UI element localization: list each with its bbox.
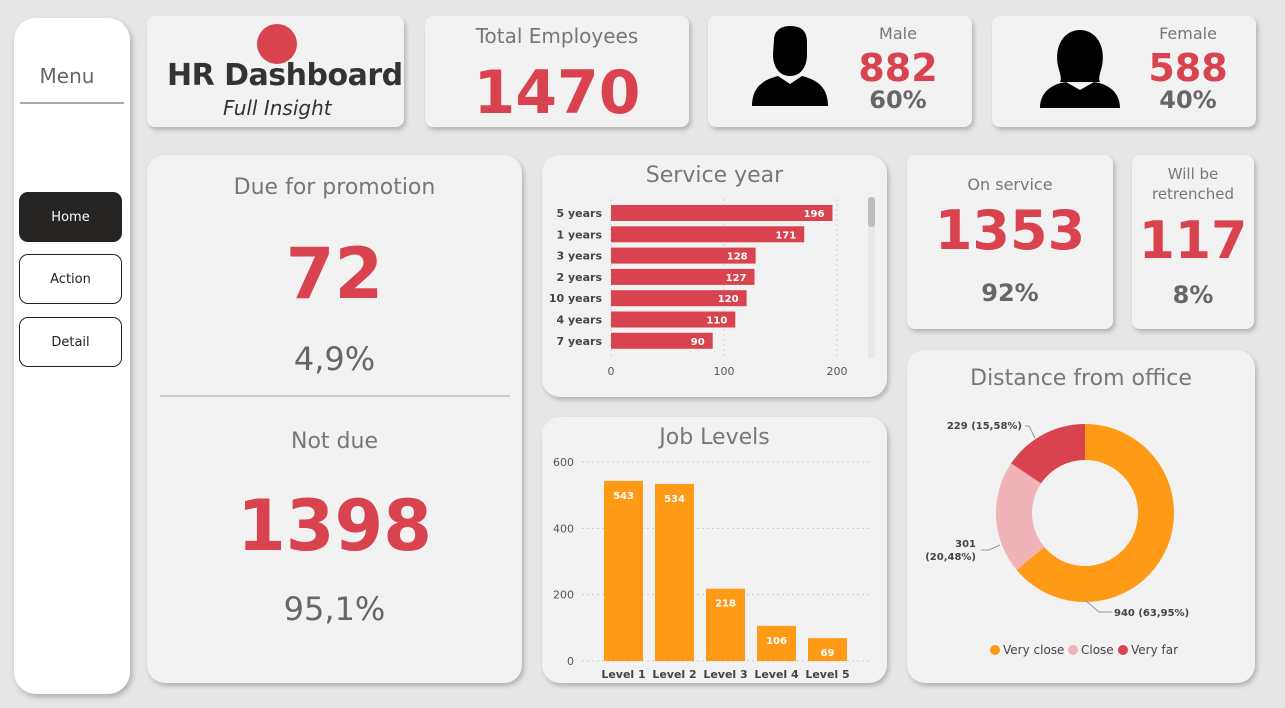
male-pct: 60% bbox=[869, 86, 927, 114]
bar-value-label: 171 bbox=[775, 230, 796, 241]
bar-value-label: 106 bbox=[766, 636, 787, 647]
male-value: 882 bbox=[858, 46, 938, 90]
menu-divider bbox=[20, 102, 124, 104]
male-card: Male 882 60% bbox=[708, 16, 972, 127]
not-due-label: Not due bbox=[291, 429, 378, 454]
category-label: Level 2 bbox=[652, 668, 696, 681]
slice-label: 940 (63,95%) bbox=[1114, 608, 1189, 619]
x-tick-label: 200 bbox=[827, 365, 848, 378]
female-label: Female bbox=[1159, 24, 1217, 43]
bar-value-label: 128 bbox=[727, 252, 748, 263]
service-year-chart: 0 100 200 5 years 196 1 years 171 3 years 128 2 y… bbox=[549, 199, 848, 378]
y-tick-label: 0 bbox=[567, 655, 574, 668]
promotion-divider bbox=[160, 395, 510, 397]
category-label: 4 years bbox=[556, 314, 602, 327]
not-due-value: 1398 bbox=[237, 485, 432, 567]
legend-marker bbox=[1118, 645, 1128, 655]
bar-value-label: 90 bbox=[691, 337, 705, 348]
due-for-promotion-pct: 4,9% bbox=[293, 340, 376, 378]
menu-title: Menu bbox=[39, 64, 95, 88]
female-card: Female 588 40% bbox=[992, 16, 1256, 127]
service-year-scrollbar[interactable] bbox=[868, 197, 875, 359]
female-value: 588 bbox=[1148, 46, 1228, 90]
job-levels-card: Job Levels 0 200 400 600 543 Level 1 534 Level … bbox=[542, 417, 887, 683]
promotion-card: Due for promotion 72 4,9% Not due 1398 9… bbox=[147, 155, 522, 683]
retrenched-label-line1: Will be bbox=[1167, 165, 1219, 183]
on-service-label: On service bbox=[967, 175, 1053, 194]
bar-value-label: 127 bbox=[726, 273, 747, 284]
dashboard-title: HR Dashboard bbox=[167, 58, 403, 93]
slice-label: 229 (15,58%) bbox=[947, 421, 1022, 432]
bar-value-label: 218 bbox=[715, 599, 736, 610]
action-button[interactable]: Action bbox=[19, 254, 122, 304]
total-employees-card: Total Employees 1470 bbox=[425, 16, 689, 128]
bar bbox=[604, 480, 643, 661]
logo-card: HR Dashboard Full Insight bbox=[147, 16, 404, 127]
bar bbox=[655, 483, 694, 661]
female-person-icon bbox=[1040, 30, 1120, 108]
detail-button[interactable]: Detail bbox=[19, 317, 122, 367]
leader-line bbox=[981, 544, 1001, 551]
on-service-pct: 92% bbox=[981, 279, 1039, 307]
total-employees-label: Total Employees bbox=[475, 24, 639, 48]
bar bbox=[611, 205, 833, 221]
bar-value-label: 534 bbox=[664, 494, 685, 505]
y-tick-label: 200 bbox=[553, 589, 574, 602]
legend-label: Very far bbox=[1131, 643, 1178, 657]
sidebar: Menu Home Action Detail bbox=[14, 18, 130, 694]
bar-value-label: 196 bbox=[804, 209, 825, 220]
bar-value-label: 69 bbox=[821, 648, 835, 659]
male-person-icon bbox=[752, 26, 828, 106]
not-due-pct: 95,1% bbox=[283, 590, 386, 628]
due-for-promotion-value: 72 bbox=[285, 233, 384, 315]
on-service-card: On service 1353 92% bbox=[907, 155, 1113, 329]
bar-value-label: 110 bbox=[706, 316, 727, 327]
on-service-value: 1353 bbox=[934, 199, 1086, 262]
female-pct: 40% bbox=[1159, 86, 1217, 114]
distance-donut-chart: 940 (63,95%) 301 (20,48%) 229 (15,58%) Very … bbox=[925, 421, 1189, 657]
x-tick-label: 100 bbox=[714, 365, 735, 378]
bar-value-label: 543 bbox=[613, 491, 634, 502]
category-label: Level 4 bbox=[754, 668, 799, 681]
category-label: 1 years bbox=[556, 228, 602, 241]
y-tick-label: 600 bbox=[553, 456, 574, 469]
distance-card: Distance from office 940 (63,95%) 301 (20,… bbox=[907, 350, 1255, 683]
category-label: 2 years bbox=[556, 271, 602, 284]
legend-label: Close bbox=[1081, 643, 1114, 657]
x-tick-label: 0 bbox=[608, 365, 615, 378]
male-label: Male bbox=[879, 24, 917, 43]
slice-label: (20,48%) bbox=[925, 552, 976, 563]
retrenched-value: 117 bbox=[1138, 211, 1248, 271]
scrollbar-thumb[interactable] bbox=[868, 197, 875, 227]
category-label: Level 1 bbox=[601, 668, 645, 681]
home-button[interactable]: Home bbox=[19, 192, 122, 242]
retrenched-pct: 8% bbox=[1172, 281, 1214, 309]
legend-marker bbox=[1068, 645, 1078, 655]
retrenched-label-line2: retrenched bbox=[1151, 185, 1235, 203]
slice-label: 301 bbox=[955, 539, 976, 550]
dashboard-subtitle: Full Insight bbox=[223, 96, 332, 120]
bar-value-label: 120 bbox=[718, 294, 739, 305]
category-label: 10 years bbox=[549, 292, 603, 305]
category-label: Level 3 bbox=[703, 668, 747, 681]
category-label: Level 5 bbox=[805, 668, 849, 681]
total-employees-value: 1470 bbox=[473, 58, 641, 128]
retrenched-card: Will be retrenched 117 8% bbox=[1132, 155, 1254, 329]
due-for-promotion-label: Due for promotion bbox=[233, 175, 436, 200]
legend-label: Very close bbox=[1003, 643, 1064, 657]
service-year-card: Service year 0 100 200 5 years 196 1 years 171… bbox=[542, 155, 887, 397]
category-label: 7 years bbox=[556, 335, 602, 348]
leader-line bbox=[1025, 425, 1036, 439]
category-label: 3 years bbox=[556, 250, 602, 263]
category-label: 5 years bbox=[556, 207, 602, 220]
job-levels-chart: 0 200 400 600 543 Level 1 534 Level 2 218 Level 3… bbox=[553, 456, 872, 681]
y-tick-label: 400 bbox=[553, 522, 574, 535]
legend-marker bbox=[990, 645, 1000, 655]
